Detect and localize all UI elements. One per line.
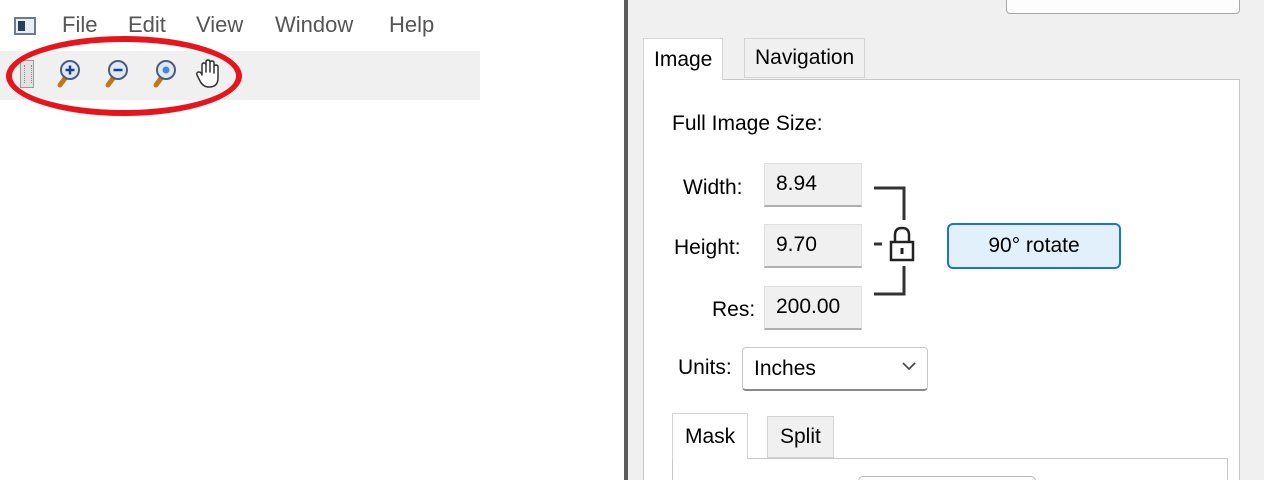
app-window-icon[interactable] xyxy=(14,17,36,35)
menu-bar: File Edit View Window Help xyxy=(0,0,480,50)
menu-file[interactable]: File xyxy=(62,12,97,38)
tab-navigation[interactable]: Navigation xyxy=(744,38,866,78)
zoom-in-icon[interactable] xyxy=(52,57,82,91)
menu-edit[interactable]: Edit xyxy=(128,12,166,38)
width-label: Width: xyxy=(683,176,743,199)
subtab-split[interactable]: Split xyxy=(767,416,834,458)
toolbar xyxy=(0,51,480,100)
tab-image[interactable]: Image xyxy=(643,38,724,80)
menu-view[interactable]: View xyxy=(196,12,243,38)
res-field[interactable]: 200.00 xyxy=(764,286,862,330)
res-label: Res: xyxy=(712,298,756,321)
chevron-down-icon xyxy=(902,362,916,371)
menu-window[interactable]: Window xyxy=(275,12,353,38)
rotate-90-button[interactable]: 90° rotate xyxy=(947,223,1121,269)
zoom-fit-icon[interactable] xyxy=(148,57,178,91)
height-field[interactable]: 9.70 xyxy=(764,224,862,268)
units-select[interactable]: Inches xyxy=(742,347,928,391)
subpanel-control-partial[interactable] xyxy=(858,476,1036,480)
toolbar-grip[interactable] xyxy=(20,60,34,88)
units-value: Inches xyxy=(754,357,816,380)
top-control-partial[interactable] xyxy=(1006,0,1240,14)
zoom-out-icon[interactable] xyxy=(100,57,130,91)
padlock-icon[interactable] xyxy=(885,224,919,266)
height-label: Height: xyxy=(674,236,741,259)
menu-help[interactable]: Help xyxy=(389,12,434,38)
subtab-mask[interactable]: Mask xyxy=(672,413,749,459)
pan-hand-icon[interactable] xyxy=(194,57,224,91)
full-image-size-label: Full Image Size: xyxy=(672,112,823,135)
width-field[interactable]: 8.94 xyxy=(764,163,862,207)
units-label: Units: xyxy=(678,356,732,379)
